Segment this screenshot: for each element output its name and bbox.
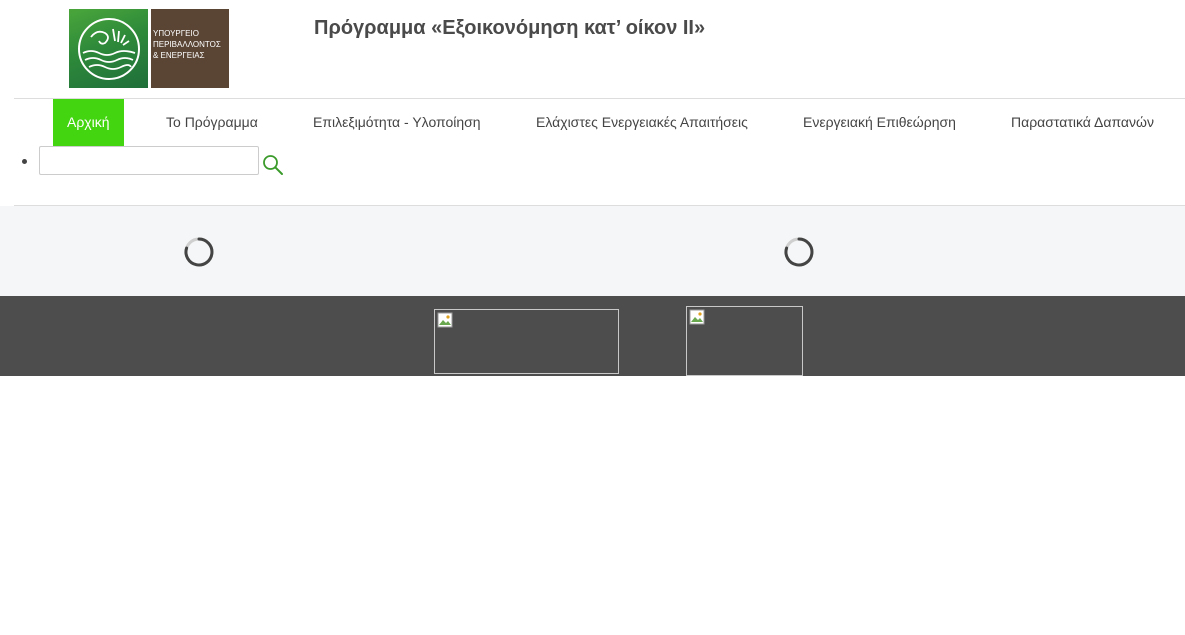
logo-emblem-icon [69, 9, 148, 88]
loading-spinner-icon [783, 236, 815, 268]
nav-item-energy-inspection[interactable]: Ενεργειακή Επιθεώρηση [803, 99, 956, 146]
nav-item-energy-requirements[interactable]: Ελάχιστες Ενεργειακές Απαιτήσεις [536, 99, 748, 146]
footer-image-left[interactable] [434, 309, 619, 374]
site-title: Πρόγραμμα «Εξοικονόμηση κατ’ οίκον ΙΙ» [314, 17, 706, 39]
nav-item-eligibility[interactable]: Επιλεξιμότητα - Υλοποίηση [313, 99, 481, 146]
footer-image-right[interactable] [686, 306, 803, 376]
ministry-logo[interactable]: ΥΠΟΥΡΓΕΙΟ ΠΕΡΙΒΑΛΛΟΝΤΟΣ & ΕΝΕΡΓΕΙΑΣ [69, 9, 229, 88]
logo-text-line-3: & ΕΝΕΡΓΕΙΑΣ [153, 51, 205, 60]
search-icon[interactable] [261, 154, 285, 176]
broken-image-icon [689, 309, 705, 325]
broken-image-icon [437, 312, 453, 328]
site-header: ΥΠΟΥΡΓΕΙΟ ΠΕΡΙΒΑΛΛΟΝΤΟΣ & ΕΝΕΡΓΕΙΑΣ Πρόγ… [0, 0, 1185, 98]
list-bullet [22, 159, 27, 164]
content-loading-area [0, 206, 1185, 296]
nav-item-expense-documents[interactable]: Παραστατικά Δαπανών [1011, 99, 1154, 146]
main-navigation: Αρχική Το Πρόγραμμα Επιλεξιμότητα - Υλοπ… [14, 98, 1185, 206]
logo-text: ΥΠΟΥΡΓΕΙΟ ΠΕΡΙΒΑΛΛΟΝΤΟΣ & ΕΝΕΡΓΕΙΑΣ [151, 9, 229, 88]
logo-text-line-1: ΥΠΟΥΡΓΕΙΟ [153, 29, 199, 38]
search-input[interactable] [39, 146, 259, 175]
loading-spinner-icon [183, 236, 215, 268]
site-footer [0, 296, 1185, 376]
nav-item-program[interactable]: Το Πρόγραμμα [166, 99, 258, 146]
nav-item-home[interactable]: Αρχική [53, 99, 124, 146]
logo-text-line-2: ΠΕΡΙΒΑΛΛΟΝΤΟΣ [153, 40, 221, 49]
